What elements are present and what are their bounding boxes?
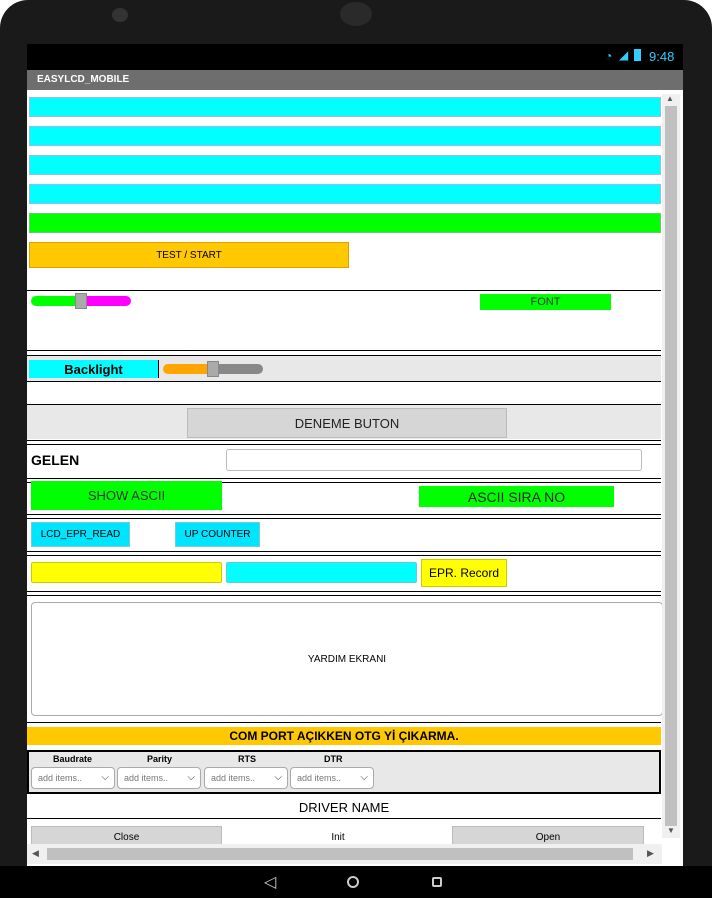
device-frame: ◔ ◢ 9:48 EASYLCD_MOBILE TEST / START FON… (0, 0, 712, 898)
status-time: 9:48 (649, 49, 675, 64)
deneme-button-label: DENEME BUTON (294, 415, 400, 431)
lcd-line-5-input[interactable] (29, 213, 661, 233)
driver-name-text: DRIVER NAME (298, 800, 390, 815)
chevron-down-icon: ⌵ (274, 772, 282, 783)
rts-placeholder: add items.. (211, 773, 256, 783)
scroll-left-icon[interactable]: ◀ (32, 848, 39, 859)
font-slider-track-right (81, 296, 131, 306)
baudrate-label: Baudrate (53, 754, 93, 764)
horizontal-scrollbar-thumb[interactable] (47, 848, 633, 860)
divider (27, 722, 661, 723)
chevron-down-icon: ⌵ (101, 772, 109, 783)
help-screen-label: YARDIM EKRANI (307, 653, 387, 665)
show-ascii-button[interactable]: SHOW ASCII (31, 481, 222, 510)
backlight-slider-track-right (213, 364, 263, 374)
divider (27, 350, 661, 351)
back-icon[interactable]: ◁ (264, 872, 276, 892)
baudrate-dropdown[interactable]: add items.. ⌵ (31, 767, 115, 789)
scroll-down-icon[interactable]: ▼ (667, 826, 675, 835)
recents-icon[interactable] (432, 877, 442, 887)
backlight-slider-thumb[interactable] (207, 361, 219, 377)
navigation-bar: ◁ (0, 866, 712, 898)
ascii-sira-no-button[interactable]: ASCII SIRA NO (419, 486, 614, 507)
chevron-down-icon: ⌵ (360, 772, 368, 783)
divider (27, 514, 661, 515)
epr-record-label: EPR. Record (428, 566, 500, 580)
ascii-sira-no-label: ASCII SIRA NO (467, 488, 566, 505)
lcd-line-2-input[interactable] (29, 126, 661, 146)
home-icon[interactable] (347, 876, 359, 888)
init-label: Init (331, 831, 345, 843)
font-slider-track-left (31, 296, 81, 306)
epr-yellow-input[interactable] (31, 562, 222, 583)
gelen-input[interactable] (226, 449, 642, 471)
divider (27, 595, 661, 596)
chevron-down-icon: ⌵ (187, 772, 195, 783)
divider (27, 444, 661, 445)
dtr-label: DTR (324, 754, 343, 764)
up-counter-button[interactable]: UP COUNTER (175, 522, 260, 547)
vertical-scrollbar[interactable]: ▲ (662, 94, 680, 838)
baudrate-placeholder: add items.. (38, 773, 83, 783)
lcd-epr-read-label: LCD_EPR_READ (40, 529, 121, 540)
lcd-line-3-input[interactable] (29, 155, 661, 175)
driver-name-label: DRIVER NAME (27, 797, 661, 819)
lcd-line-1-input[interactable] (29, 97, 661, 117)
font-button[interactable]: FONT (480, 294, 611, 310)
gelen-label: GELEN (31, 452, 80, 468)
horizontal-scrollbar[interactable]: ◀ ▶ (27, 844, 662, 864)
front-camera (112, 8, 128, 22)
font-button-label: FONT (530, 296, 561, 308)
warning-banner: COM PORT AÇIKKEN OTG Yİ ÇIKARMA. (27, 727, 661, 745)
status-bar: ◔ ◢ 9:48 (27, 44, 683, 70)
screen: ◔ ◢ 9:48 EASYLCD_MOBILE TEST / START FON… (27, 44, 683, 866)
backlight-slider-track-left (163, 364, 213, 374)
warning-text: COM PORT AÇIKKEN OTG Yİ ÇIKARMA. (229, 729, 459, 743)
scroll-up-icon[interactable]: ▲ (666, 94, 674, 103)
divider (27, 551, 661, 552)
backlight-label: Backlight (29, 360, 159, 378)
divider (27, 478, 661, 479)
lcd-epr-read-button[interactable]: LCD_EPR_READ (31, 522, 130, 547)
rts-label: RTS (238, 754, 256, 764)
up-counter-label: UP COUNTER (184, 529, 251, 540)
divider (27, 518, 661, 519)
backlight-label-text: Backlight (64, 361, 123, 377)
lcd-line-4-input[interactable] (29, 184, 661, 204)
battery-icon (634, 49, 641, 61)
vertical-scrollbar-thumb[interactable] (665, 106, 677, 826)
divider (27, 555, 661, 556)
close-label: Close (113, 831, 140, 843)
divider (27, 440, 661, 441)
speaker-grille (340, 2, 372, 26)
font-slider-thumb[interactable] (75, 293, 87, 309)
backlight-slider[interactable] (163, 361, 263, 377)
divider (27, 591, 661, 592)
divider (27, 290, 661, 291)
test-start-label: TEST / START (156, 249, 222, 261)
parity-placeholder: add items.. (124, 773, 169, 783)
epr-record-button[interactable]: EPR. Record (421, 559, 507, 587)
app-title: EASYLCD_MOBILE (27, 70, 683, 90)
deneme-button[interactable]: DENEME BUTON (187, 408, 507, 438)
help-screen-textarea[interactable]: YARDIM EKRANI (31, 602, 663, 716)
dtr-dropdown[interactable]: add items.. ⌵ (290, 767, 374, 789)
wifi-icon: ◔ (605, 49, 613, 63)
font-slider[interactable] (31, 293, 131, 309)
open-label: Open (535, 831, 561, 843)
dtr-placeholder: add items.. (297, 773, 342, 783)
signal-icon: ◢ (619, 48, 629, 62)
rts-dropdown[interactable]: add items.. ⌵ (204, 767, 288, 789)
scroll-right-icon[interactable]: ▶ (647, 848, 654, 859)
test-start-button[interactable]: TEST / START (29, 242, 349, 268)
epr-cyan-input[interactable] (226, 562, 417, 583)
show-ascii-label: SHOW ASCII (87, 488, 166, 503)
parity-dropdown[interactable]: add items.. ⌵ (117, 767, 201, 789)
parity-label: Parity (147, 754, 173, 764)
